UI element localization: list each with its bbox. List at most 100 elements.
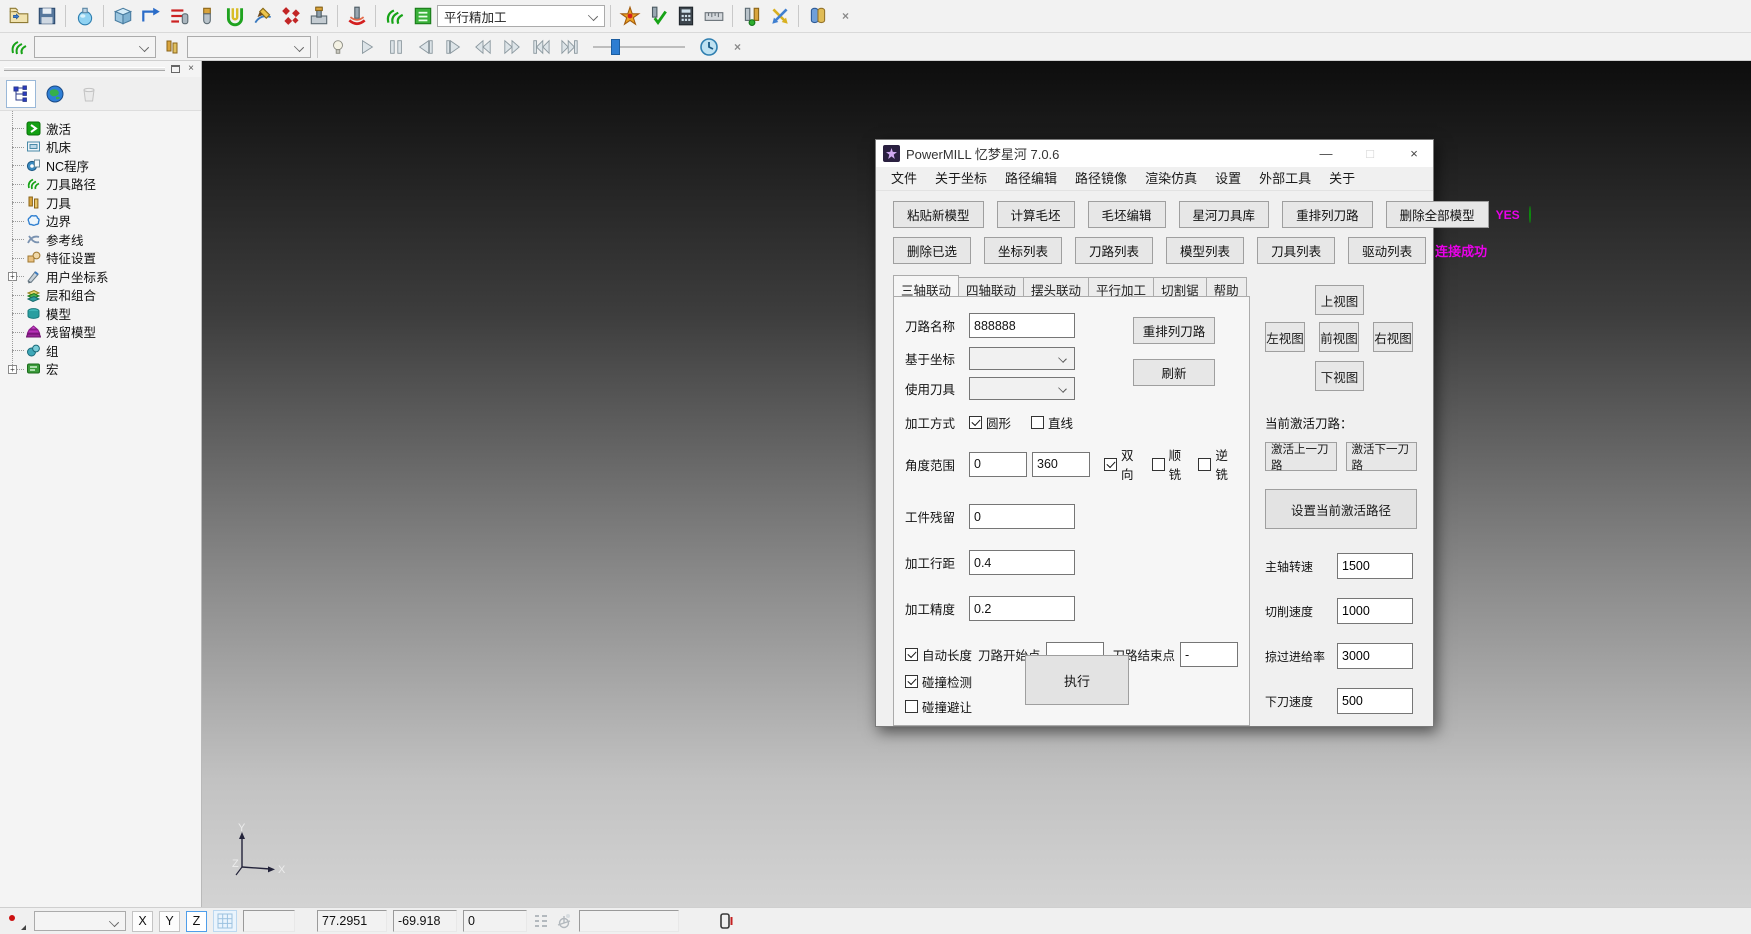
explorer-tree-icon[interactable]	[6, 80, 36, 108]
menu-render-sim[interactable]: 渲染仿真	[1136, 168, 1206, 190]
tree-item-toolpaths[interactable]: 刀具路径	[8, 175, 197, 194]
stepover-input[interactable]	[969, 550, 1075, 575]
leads-links-icon[interactable]	[165, 3, 192, 29]
menu-settings[interactable]: 设置	[1206, 168, 1250, 190]
skim-rate-input[interactable]	[1337, 643, 1413, 669]
coord-z-field[interactable]: 0	[463, 910, 527, 932]
close-main-toolbar-icon[interactable]: ×	[832, 3, 859, 29]
tool-list-button[interactable]: 刀具列表	[1257, 237, 1335, 264]
menu-path-edit[interactable]: 路径编辑	[996, 168, 1066, 190]
end-point-input[interactable]	[1180, 642, 1238, 667]
web-globe-icon[interactable]	[40, 80, 70, 108]
toolpath-spiral-icon[interactable]	[381, 3, 408, 29]
compare-blocks-icon[interactable]	[804, 3, 831, 29]
line-checkbox[interactable]: 直线	[1031, 413, 1073, 432]
calc-stock-button[interactable]: 计算毛坯	[997, 201, 1075, 228]
angle-from-input[interactable]	[969, 452, 1027, 477]
status-combo[interactable]	[34, 911, 126, 931]
tree-item-workplanes[interactable]: +用户坐标系	[8, 267, 197, 286]
tree-item-activate[interactable]: 激活	[8, 119, 197, 138]
toolpath-combo[interactable]	[34, 36, 156, 58]
tree-item-macros[interactable]: +宏	[8, 360, 197, 379]
tolerance-input[interactable]	[969, 596, 1075, 621]
float-window-icon[interactable]	[169, 64, 181, 75]
tab-parallel[interactable]: 平行加工	[1088, 277, 1154, 296]
conventional-checkbox[interactable]: 逆铣	[1198, 445, 1239, 483]
tab-swivel[interactable]: 摆头联动	[1023, 277, 1089, 296]
verify-check-icon[interactable]	[644, 3, 671, 29]
activate-next-button[interactable]: 激活下一刀路	[1346, 442, 1418, 471]
fast-forward-icon[interactable]	[498, 34, 525, 60]
model-list-button[interactable]: 模型列表	[1166, 237, 1244, 264]
rearrange-button[interactable]: 重排列刀路	[1133, 317, 1215, 344]
toolpath-name-input[interactable]	[969, 313, 1075, 338]
tool-pair-icon[interactable]	[738, 3, 765, 29]
menu-external-tools[interactable]: 外部工具	[1250, 168, 1320, 190]
swap-arrows-icon[interactable]	[766, 3, 793, 29]
viewport-3d[interactable]: Y X Z PowerMILL 忆梦星河 7.0.6 — □ × 文件 关于坐标…	[202, 61, 1751, 907]
view-front-button[interactable]: 前视图	[1319, 322, 1359, 352]
points-diamonds-icon[interactable]	[277, 3, 304, 29]
save-icon[interactable]	[33, 3, 60, 29]
collision-arc-icon[interactable]	[343, 3, 370, 29]
tree-item-machine[interactable]: 机床	[8, 138, 197, 157]
activate-prev-button[interactable]: 激活上一刀路	[1265, 442, 1337, 471]
tab-3axis[interactable]: 三轴联动	[893, 275, 959, 296]
speed-clock-icon[interactable]	[695, 34, 722, 60]
rewind-icon[interactable]	[469, 34, 496, 60]
view-left-button[interactable]: 左视图	[1265, 322, 1305, 352]
record-dot-icon[interactable]	[4, 910, 28, 932]
axis-y-button[interactable]: Y	[159, 911, 180, 932]
collision-avoid-checkbox[interactable]: 碰撞避让	[905, 697, 972, 716]
menu-coords[interactable]: 关于坐标	[926, 168, 996, 190]
menu-file[interactable]: 文件	[882, 168, 926, 190]
batch-star-icon[interactable]	[616, 3, 643, 29]
panel-grip[interactable]	[4, 67, 165, 71]
open-file-icon[interactable]	[5, 3, 32, 29]
paste-model-button[interactable]: 粘贴新模型	[893, 201, 984, 228]
tool-icon[interactable]	[158, 34, 185, 60]
tool-select[interactable]	[969, 377, 1075, 400]
grid-size-field[interactable]	[243, 910, 295, 932]
expander-icon[interactable]: +	[8, 365, 17, 374]
tree-item-stock-models[interactable]: 残留模型	[8, 323, 197, 342]
angle-to-input[interactable]	[1032, 452, 1090, 477]
tree-item-nc-programs[interactable]: NC程序	[8, 156, 197, 175]
machining-u-icon[interactable]	[221, 3, 248, 29]
coord-y-field[interactable]: -69.918	[393, 910, 457, 932]
view-top-button[interactable]: 上视图	[1315, 285, 1364, 315]
step-forward-icon[interactable]	[440, 34, 467, 60]
tool-library-button[interactable]: 星河刀具库	[1179, 201, 1270, 228]
pattern-pencil-icon[interactable]	[249, 3, 276, 29]
auto-length-checkbox[interactable]: 自动长度	[905, 645, 972, 664]
coord-list-button[interactable]: 坐标列表	[984, 237, 1062, 264]
circle-checkbox[interactable]: 圆形	[969, 413, 1011, 432]
minimize-button[interactable]: —	[1307, 140, 1345, 167]
play-icon[interactable]	[353, 34, 380, 60]
block-icon[interactable]	[109, 3, 136, 29]
stock-edit-button[interactable]: 毛坯编辑	[1088, 201, 1166, 228]
plunge-rate-input[interactable]	[1337, 688, 1413, 714]
cutting-speed-input[interactable]	[1337, 598, 1413, 624]
axis-x-button[interactable]: X	[132, 911, 153, 932]
device-icon[interactable]	[717, 912, 735, 930]
stock-input[interactable]	[969, 504, 1075, 529]
set-active-path-button[interactable]: 设置当前激活路径	[1265, 489, 1417, 529]
slider-handle[interactable]	[611, 39, 620, 55]
view-bottom-button[interactable]: 下视图	[1315, 361, 1364, 391]
tab-help[interactable]: 帮助	[1206, 277, 1247, 296]
menu-path-mirror[interactable]: 路径镜像	[1066, 168, 1136, 190]
ballnose-tool-icon[interactable]	[193, 3, 220, 29]
execute-button[interactable]: 执行	[1025, 655, 1129, 705]
go-start-icon[interactable]	[527, 34, 554, 60]
climb-checkbox[interactable]: 顺铣	[1152, 445, 1193, 483]
rapid-moves-icon[interactable]	[137, 3, 164, 29]
grid-icon[interactable]	[213, 910, 237, 932]
close-button[interactable]: ×	[1395, 140, 1433, 167]
coord-select[interactable]	[969, 347, 1075, 370]
tree-item-models[interactable]: 模型	[8, 304, 197, 323]
drive-list-button[interactable]: 驱动列表	[1348, 237, 1426, 264]
tool-block-icon[interactable]	[305, 3, 332, 29]
tree-item-patterns[interactable]: 参考线	[8, 230, 197, 249]
close-panel-icon[interactable]: ×	[185, 64, 197, 75]
